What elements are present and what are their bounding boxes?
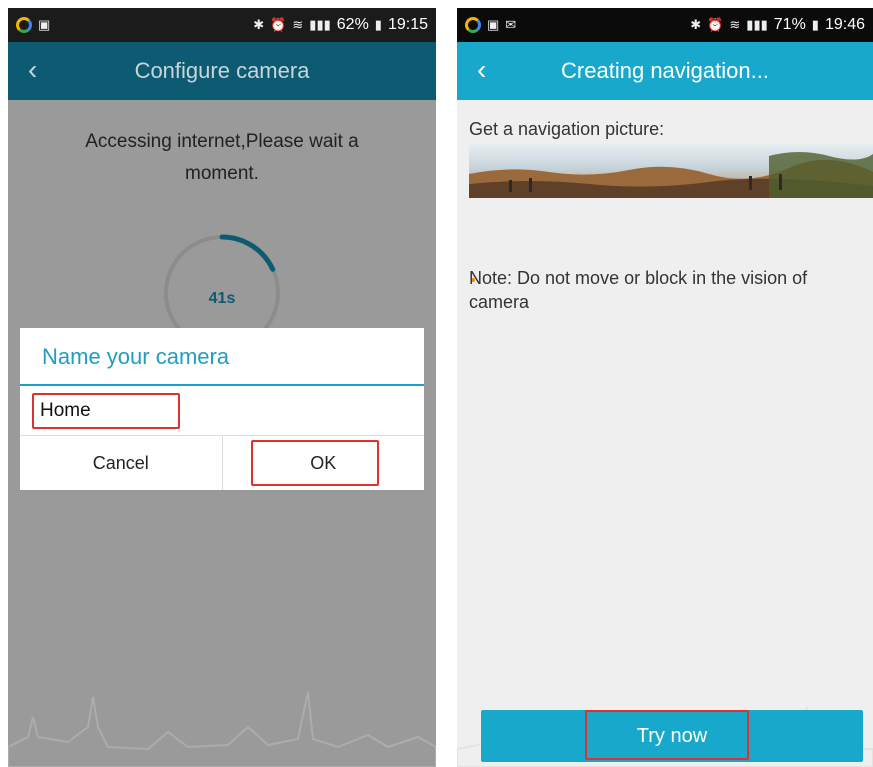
- page-title: Configure camera: [134, 58, 310, 83]
- note-text: Note: Do not move or block in the vision…: [469, 268, 808, 312]
- ok-highlight-box: [250, 440, 379, 486]
- battery-percent: 62%: [336, 16, 369, 33]
- camera-name-row: [20, 386, 424, 436]
- dialog-buttons: Cancel OK: [20, 436, 424, 490]
- screenshot-icon: ▣: [487, 17, 500, 32]
- alarm-icon: ⏰: [707, 17, 724, 32]
- status-bar: ▣ ✱ ⏰ ≋ ▮▮▮ 62% ▮ 19:15: [8, 8, 436, 42]
- cancel-button[interactable]: Cancel: [20, 436, 223, 490]
- name-camera-dialog: Name your camera Cancel OK: [20, 328, 424, 490]
- clock: 19:15: [387, 16, 428, 33]
- app-bar: ‹ Configure camera: [8, 42, 436, 100]
- navigation-panorama-image: [469, 144, 873, 198]
- cancel-label: Cancel: [92, 452, 149, 473]
- screenshot-icon: ▣: [38, 17, 51, 32]
- battery-icon: ▮: [374, 17, 382, 32]
- bluetooth-icon: ✱: [690, 17, 702, 32]
- back-icon[interactable]: ‹: [477, 54, 486, 86]
- signal-icon: ▮▮▮: [309, 17, 331, 32]
- status-bar: ▣ ✉ ✱ ⏰ ≋ ▮▮▮ 71% ▮ 19:46: [457, 8, 873, 42]
- configure-camera-screen: ▣ ✱ ⏰ ≋ ▮▮▮ 62% ▮ 19:15 ‹ Configure came…: [8, 8, 436, 767]
- alarm-icon: ⏰: [270, 17, 287, 32]
- signal-icon: ▮▮▮: [746, 17, 768, 32]
- app-notification-icon: [465, 17, 481, 33]
- try-now-button[interactable]: Try now: [481, 710, 863, 762]
- battery-percent: 71%: [773, 16, 806, 33]
- countdown-timer: 41s: [208, 290, 236, 307]
- wifi-icon: ≋: [729, 17, 741, 32]
- camera-name-input[interactable]: [32, 393, 180, 429]
- wifi-icon: ≋: [292, 17, 304, 32]
- navigation-picture-label: Get a navigation picture:: [469, 119, 665, 139]
- mail-icon: ✉: [505, 17, 517, 32]
- app-notification-icon: [16, 17, 32, 33]
- creating-navigation-screen: ▣ ✉ ✱ ⏰ ≋ ▮▮▮ 71% ▮ 19:46 ‹ Creating nav…: [457, 8, 873, 767]
- dialog-title: Name your camera: [20, 328, 424, 386]
- bluetooth-icon: ✱: [253, 17, 265, 32]
- try-now-highlight-box: [585, 710, 749, 760]
- back-icon[interactable]: ‹: [28, 54, 37, 86]
- wait-message: Accessing internet,Please wait a moment.: [85, 131, 359, 184]
- clock: 19:46: [824, 16, 865, 33]
- battery-icon: ▮: [811, 17, 819, 32]
- ok-button[interactable]: OK: [223, 436, 425, 490]
- page-title: Creating navigation...: [561, 58, 769, 83]
- app-bar: ‹ Creating navigation...: [457, 42, 873, 100]
- skyline-illustration: [8, 691, 436, 767]
